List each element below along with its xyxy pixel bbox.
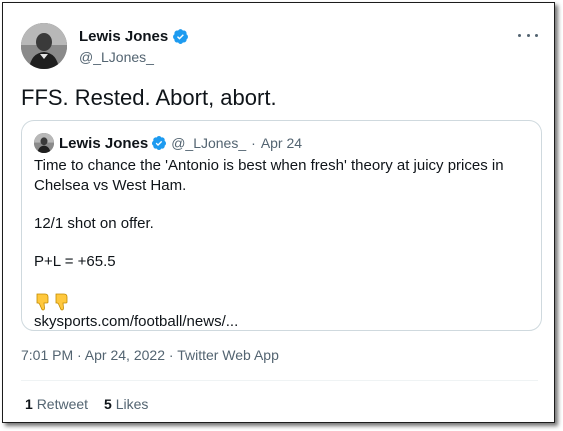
tweet-timestamp[interactable]: 7:01 PM · Apr 24, 2022	[21, 347, 165, 363]
divider	[21, 380, 538, 381]
quoted-link[interactable]: skysports.com/football/news/...	[34, 312, 529, 332]
likes-stat[interactable]: 5 Likes	[104, 396, 148, 412]
quoted-date: Apr 24	[260, 135, 303, 151]
quoted-author-avatar	[34, 133, 54, 153]
tweet-text: FFS. Rested. Abort, abort.	[21, 85, 277, 110]
retweets-label: Retweet	[36, 396, 89, 412]
quoted-line: 12/1 shot on offer.	[34, 215, 154, 232]
meta-separator: ·	[168, 347, 174, 363]
likes-label: Likes	[115, 396, 149, 412]
quoted-separator: ·	[251, 135, 256, 151]
likes-count: 5	[104, 396, 112, 412]
engagement-stats: 1 Retweet 5 Likes	[25, 396, 148, 412]
quoted-line: Time to chance the 'Antonio is best when…	[34, 157, 504, 194]
thumbs-down-icon	[55, 293, 68, 311]
retweets-stat[interactable]: 1 Retweet	[25, 396, 88, 412]
emoji-row	[34, 292, 529, 312]
quoted-line: P+L = +65.5	[34, 253, 116, 270]
tweet-card: Lewis Jones @_LJones_ FFS. Rested. Abort…	[2, 2, 555, 423]
author-name[interactable]: Lewis Jones	[79, 28, 168, 45]
verified-badge-icon	[173, 29, 189, 44]
thumbs-down-icon	[36, 293, 49, 311]
quoted-author-handle: @_LJones_	[171, 135, 247, 151]
tweet-metadata: 7:01 PM · Apr 24, 2022 · Twitter Web App	[21, 347, 279, 363]
tweet-source[interactable]: Twitter Web App	[177, 347, 279, 363]
quoted-body: Time to chance the 'Antonio is best when…	[34, 156, 529, 332]
author-handle[interactable]: @_LJones_	[79, 49, 154, 65]
quoted-author-name: Lewis Jones	[59, 134, 149, 152]
author-avatar[interactable]	[21, 23, 67, 69]
quoted-tweet[interactable]: Lewis Jones @_LJones_ · Apr 24 Time to c…	[21, 120, 542, 331]
retweets-count: 1	[25, 396, 33, 412]
verified-badge-icon	[152, 136, 167, 150]
more-icon[interactable]	[518, 27, 538, 43]
